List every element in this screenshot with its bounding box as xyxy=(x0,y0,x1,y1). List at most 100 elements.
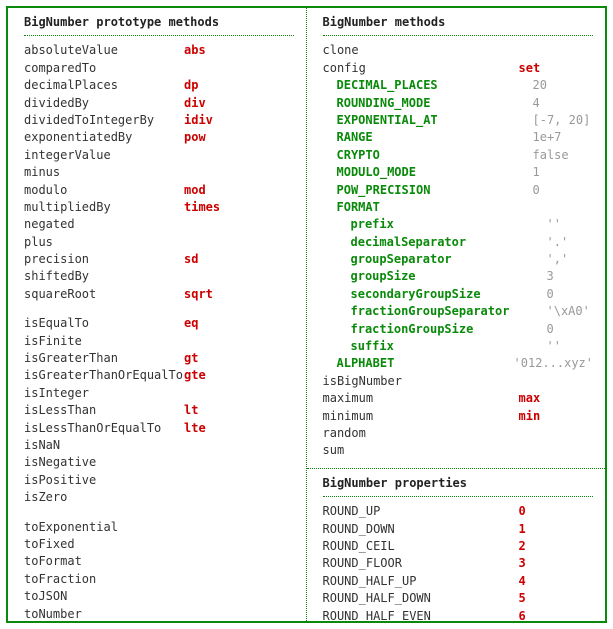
method-row[interactable]: isLessThanlt xyxy=(24,402,294,419)
method-name: maximum xyxy=(323,390,519,407)
method-row[interactable]: decimalPlacesdp xyxy=(24,77,294,94)
config-option-row[interactable]: groupSize3 xyxy=(323,268,594,285)
method-row[interactable]: comparedTo xyxy=(24,60,294,77)
method-name: isLessThanOrEqualTo xyxy=(24,420,184,437)
method-row[interactable]: toFixed xyxy=(24,536,294,553)
config-option-row[interactable]: DECIMAL_PLACES20 xyxy=(323,77,594,94)
property-row[interactable]: ROUND_UP0 xyxy=(323,503,594,520)
config-option-row[interactable]: fractionGroupSeparator'\xA0' xyxy=(323,303,594,320)
method-name: config xyxy=(323,60,519,77)
method-name: precision xyxy=(24,251,184,268)
method-alias: sd xyxy=(184,251,198,268)
config-option-name: ALPHABET xyxy=(337,356,395,370)
static-method-row[interactable]: configset xyxy=(323,60,594,77)
method-alias: gte xyxy=(184,367,206,384)
method-name: minimum xyxy=(323,408,519,425)
config-option-row[interactable]: MODULO_MODE1 xyxy=(323,164,594,181)
config-option-row[interactable]: EXPONENTIAL_AT[-7, 20] xyxy=(323,112,594,129)
method-row[interactable]: plus xyxy=(24,234,294,251)
property-row[interactable]: ROUND_HALF_EVEN6 xyxy=(323,608,594,622)
static-method-row[interactable]: clone xyxy=(323,42,594,59)
static-method-row[interactable]: isBigNumber xyxy=(323,373,594,390)
method-row[interactable]: dividedBydiv xyxy=(24,95,294,112)
config-option-default: 1e+7 xyxy=(533,129,562,146)
config-option-row[interactable]: groupSeparator',' xyxy=(323,251,594,268)
static-method-row[interactable]: minimummin xyxy=(323,408,594,425)
method-name: exponentiatedBy xyxy=(24,129,184,146)
config-option-row[interactable]: fractionGroupSize 0 xyxy=(323,321,594,338)
method-row[interactable]: toNumber xyxy=(24,606,294,622)
method-alias: times xyxy=(184,199,220,216)
method-alias: max xyxy=(519,390,541,407)
config-option-row[interactable]: ROUNDING_MODE4 xyxy=(323,95,594,112)
method-row[interactable]: negated xyxy=(24,216,294,233)
method-row[interactable]: isLessThanOrEqualTolte xyxy=(24,420,294,437)
method-row[interactable]: isInteger xyxy=(24,385,294,402)
config-option-row[interactable]: FORMAT xyxy=(323,199,594,216)
method-row[interactable]: isEqualToeq xyxy=(24,315,294,332)
method-row[interactable]: toFormat xyxy=(24,553,294,570)
config-option-default: ',' xyxy=(547,251,569,268)
method-name: isEqualTo xyxy=(24,315,184,332)
property-name: ROUND_CEIL xyxy=(323,538,519,555)
property-name: ROUND_HALF_DOWN xyxy=(323,590,519,607)
config-option-name: groupSize xyxy=(351,269,416,283)
method-row[interactable]: integerValue xyxy=(24,147,294,164)
config-option-name: secondaryGroupSize xyxy=(351,287,481,301)
config-option-default: 4 xyxy=(533,95,540,112)
property-value: 2 xyxy=(519,538,526,555)
property-row[interactable]: ROUND_DOWN1 xyxy=(323,521,594,538)
method-row[interactable]: minus xyxy=(24,164,294,181)
config-option-row[interactable]: decimalSeparator'.' xyxy=(323,234,594,251)
method-row[interactable]: isPositive xyxy=(24,472,294,489)
config-option-default: 0 xyxy=(547,286,554,303)
static-method-row[interactable]: maximummax xyxy=(323,390,594,407)
method-row[interactable]: modulomod xyxy=(24,182,294,199)
config-option-default: 0 xyxy=(547,321,554,338)
static-methods-list: cloneconfigsetDECIMAL_PLACES20ROUNDING_M… xyxy=(323,42,594,459)
method-row[interactable]: exponentiatedBypow xyxy=(24,129,294,146)
method-row[interactable]: shiftedBy xyxy=(24,268,294,285)
prototype-methods-group-2: isEqualToeqisFiniteisGreaterThangtisGrea… xyxy=(24,315,294,506)
method-alias: dp xyxy=(184,77,198,94)
method-name: modulo xyxy=(24,182,184,199)
method-name: toFixed xyxy=(24,536,184,553)
method-name: sum xyxy=(323,442,345,459)
config-option-row[interactable]: ALPHABET'012...xyz' xyxy=(323,355,594,372)
config-option-row[interactable]: RANGE1e+7 xyxy=(323,129,594,146)
method-row[interactable]: isNaN xyxy=(24,437,294,454)
method-row[interactable]: isZero xyxy=(24,489,294,506)
config-option-name: prefix xyxy=(351,217,394,231)
method-row[interactable]: isGreaterThanOrEqualTogte xyxy=(24,367,294,384)
method-row[interactable]: toJSON xyxy=(24,588,294,605)
config-option-row[interactable]: secondaryGroupSize 0 xyxy=(323,286,594,303)
method-row[interactable]: toFraction xyxy=(24,571,294,588)
method-row[interactable]: dividedToIntegerByidiv xyxy=(24,112,294,129)
property-value: 3 xyxy=(519,555,526,572)
static-method-row[interactable]: random xyxy=(323,425,594,442)
method-row[interactable]: isFinite xyxy=(24,333,294,350)
config-option-default: 1 xyxy=(533,164,540,181)
static-column: BigNumber methods cloneconfigsetDECIMAL_… xyxy=(307,8,606,621)
properties-header: BigNumber properties xyxy=(323,475,594,497)
config-option-row[interactable]: prefix'' xyxy=(323,216,594,233)
config-option-row[interactable]: suffix'' xyxy=(323,338,594,355)
property-row[interactable]: ROUND_FLOOR3 xyxy=(323,555,594,572)
method-row[interactable]: absoluteValueabs xyxy=(24,42,294,59)
config-option-row[interactable]: CRYPTOfalse xyxy=(323,147,594,164)
method-name: negated xyxy=(24,216,184,233)
method-row[interactable]: toExponential xyxy=(24,519,294,536)
method-row[interactable]: isGreaterThangt xyxy=(24,350,294,367)
config-option-name: fractionGroupSize xyxy=(351,322,474,336)
config-option-name: POW_PRECISION xyxy=(337,183,431,197)
method-row[interactable]: multipliedBytimes xyxy=(24,199,294,216)
method-row[interactable]: precisionsd xyxy=(24,251,294,268)
method-row[interactable]: isNegative xyxy=(24,454,294,471)
config-option-row[interactable]: POW_PRECISION0 xyxy=(323,182,594,199)
property-row[interactable]: ROUND_CEIL2 xyxy=(323,538,594,555)
property-row[interactable]: ROUND_HALF_DOWN5 xyxy=(323,590,594,607)
property-row[interactable]: ROUND_HALF_UP4 xyxy=(323,573,594,590)
static-method-row[interactable]: sum xyxy=(323,442,594,459)
method-row[interactable]: squareRootsqrt xyxy=(24,286,294,303)
api-reference-frame: BigNumber prototype methods absoluteValu… xyxy=(6,6,607,623)
